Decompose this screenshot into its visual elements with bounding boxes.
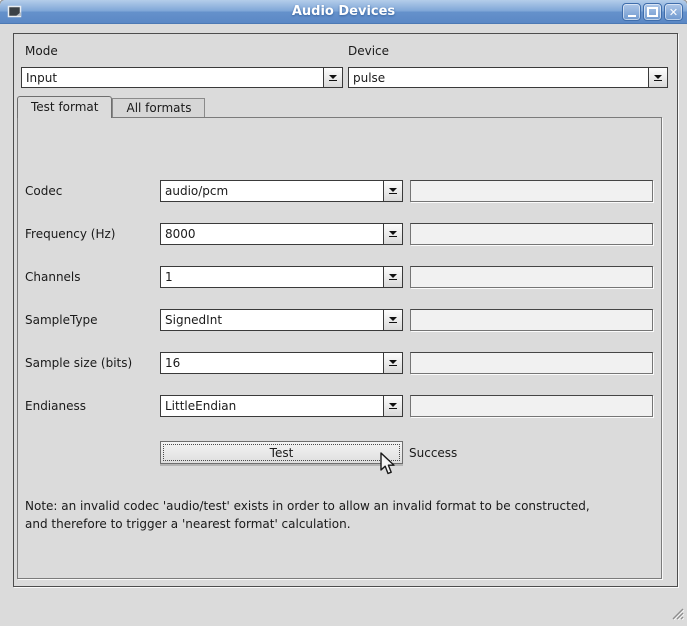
focus-rect <box>163 444 400 461</box>
endianess-combobox[interactable]: LittleEndian <box>160 395 403 417</box>
samplesize-value: 16 <box>161 353 383 373</box>
frequency-value: 8000 <box>161 224 383 244</box>
sampletype-combobox[interactable]: SignedInt <box>160 309 403 331</box>
dropdown-arrow-icon[interactable] <box>648 68 667 87</box>
device-value: pulse <box>349 68 648 87</box>
endianess-label: Endianess <box>25 399 86 413</box>
channels-nearest-field <box>410 266 653 288</box>
frequency-label: Frequency (Hz) <box>25 227 116 241</box>
samplesize-combobox[interactable]: 16 <box>160 352 403 374</box>
maximize-button[interactable] <box>643 3 662 21</box>
codec-value: audio/pcm <box>161 181 383 201</box>
codec-label: Codec <box>25 184 62 198</box>
codec-combobox[interactable]: audio/pcm <box>160 180 403 202</box>
channels-label: Channels <box>25 270 81 284</box>
dropdown-arrow-icon[interactable] <box>323 68 342 87</box>
audio-devices-window: Audio Devices ✕ Mode Input Device pulse … <box>0 0 687 626</box>
sampletype-label: SampleType <box>25 313 98 327</box>
note-text-line2: and therefore to trigger a 'nearest form… <box>25 517 351 531</box>
sampletype-value: SignedInt <box>161 310 383 330</box>
test-button[interactable]: Test <box>160 441 403 464</box>
tab-bar: Test format All formats <box>17 96 205 118</box>
note-text-line1: Note: an invalid codec 'audio/test' exis… <box>25 499 590 513</box>
resize-grip-icon[interactable] <box>669 605 684 623</box>
sampletype-nearest-field <box>410 309 653 331</box>
frequency-nearest-field <box>410 223 653 245</box>
close-icon: ✕ <box>669 7 678 18</box>
frequency-combobox[interactable]: 8000 <box>160 223 403 245</box>
dropdown-arrow-icon[interactable] <box>383 310 402 330</box>
window-controls: ✕ <box>622 3 683 21</box>
endianess-value: LittleEndian <box>161 396 383 416</box>
dropdown-arrow-icon[interactable] <box>383 181 402 201</box>
tab-test-format[interactable]: Test format <box>17 96 112 118</box>
window-title: Audio Devices <box>0 0 687 24</box>
mode-combobox[interactable]: Input <box>21 67 343 88</box>
codec-nearest-field <box>410 180 653 202</box>
channels-value: 1 <box>161 267 383 287</box>
dropdown-arrow-icon[interactable] <box>383 396 402 416</box>
channels-combobox[interactable]: 1 <box>160 266 403 288</box>
endianess-nearest-field <box>410 395 653 417</box>
samplesize-nearest-field <box>410 352 653 374</box>
dropdown-arrow-icon[interactable] <box>383 224 402 244</box>
test-result-status: Success <box>409 446 457 460</box>
dropdown-arrow-icon[interactable] <box>383 267 402 287</box>
samplesize-label: Sample size (bits) <box>25 356 132 370</box>
device-combobox[interactable]: pulse <box>348 67 668 88</box>
mouse-cursor-icon <box>380 452 398 479</box>
minimize-icon <box>628 15 636 17</box>
maximize-icon <box>647 7 658 17</box>
mode-value: Input <box>22 68 323 87</box>
minimize-button[interactable] <box>622 3 641 21</box>
title-bar[interactable]: Audio Devices ✕ <box>0 0 687 24</box>
device-label: Device <box>348 44 389 58</box>
dropdown-arrow-icon[interactable] <box>383 353 402 373</box>
mode-label: Mode <box>25 44 58 58</box>
close-button[interactable]: ✕ <box>664 3 683 21</box>
tab-all-formats[interactable]: All formats <box>112 98 205 117</box>
